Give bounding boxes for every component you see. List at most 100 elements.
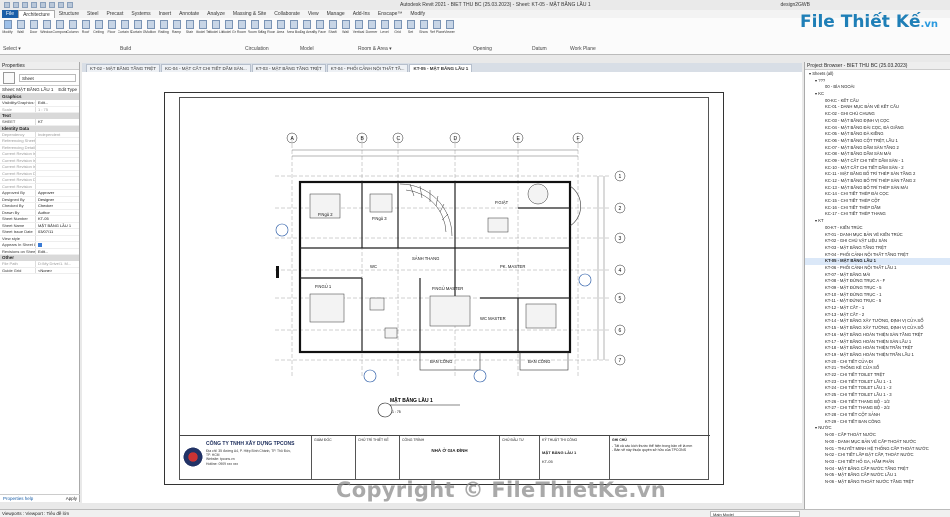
browser-item[interactable]: KT-10 - MẶT ĐỨNG TRỤC - 1	[805, 292, 950, 299]
room-label[interactable]: SẢNH THANG	[412, 256, 439, 261]
view-tab[interactable]: KC-04 - MẶT CẮT CHI TIẾT DẦM SÀN...	[161, 64, 251, 72]
tab-manage[interactable]: Manage	[323, 10, 349, 18]
browser-item[interactable]: ▾ NƯỚC	[805, 425, 950, 432]
browser-item[interactable]: KC-03 - MẶT BẰNG ĐỊNH VỊ CỌC	[805, 118, 950, 125]
tool-stair-button[interactable]: Stair	[184, 20, 195, 42]
drawing-canvas[interactable]: ABCDEF 1234567	[82, 72, 802, 503]
property-value[interactable]: MẶT BẰNG LẦU 1	[36, 223, 79, 229]
tool-column-button[interactable]: Column	[66, 20, 79, 42]
property-value[interactable]: Designer	[36, 197, 79, 203]
text-icon[interactable]	[58, 2, 64, 8]
browser-item[interactable]: KT-08 - MẶT ĐỨNG TRỤC A - F	[805, 278, 950, 285]
browser-item[interactable]: ▾ KT	[805, 218, 950, 225]
edit-type-button[interactable]: Edit Type	[58, 86, 77, 93]
property-value[interactable]	[36, 151, 79, 157]
property-value[interactable]	[36, 171, 79, 177]
browser-item[interactable]: KT-21 - THỐNG KÊ CỬA SỔ	[805, 365, 950, 372]
property-value[interactable]	[36, 236, 79, 242]
tool-tag-room-button[interactable]: Tag Room	[261, 20, 275, 42]
browser-item[interactable]: KC-05 - MẶT BẰNG ĐÀ KIỀNG	[805, 131, 950, 138]
tool-model-text-button[interactable]: Model Text	[196, 20, 210, 42]
browser-item[interactable]: KC-01 - DANH MỤC BẢN VẼ KẾT CẤU	[805, 104, 950, 111]
tool-shaft-button[interactable]: Shaft	[327, 20, 338, 42]
browser-item[interactable]: ▾ KC	[805, 91, 950, 98]
browser-item[interactable]: KC-14 - CHI TIẾT THÉP ĐÀI CỌC	[805, 191, 950, 198]
panel-label[interactable]: Build	[120, 46, 131, 52]
tool-area-boundary-button[interactable]: Area Boundary	[287, 20, 301, 42]
open-icon[interactable]	[4, 2, 10, 8]
tool-model-line-button[interactable]: Model Line	[209, 20, 223, 42]
browser-item[interactable]: KT-13 - MẶT CẮT - 2	[805, 312, 950, 319]
browser-item[interactable]: KT-28 - CHI TIẾT CỘT SẢNH	[805, 412, 950, 419]
tool-mullion-button[interactable]: Mullion	[145, 20, 156, 42]
tab-view[interactable]: View	[304, 10, 323, 18]
tab-insert[interactable]: Insert	[155, 10, 176, 18]
panel-label[interactable]: Circulation	[245, 46, 269, 52]
room-label[interactable]: P.GIẶT	[495, 200, 509, 205]
tool-model-group-button[interactable]: Model Group	[222, 20, 236, 42]
property-value[interactable]: KT-05	[36, 216, 79, 222]
browser-item[interactable]: KC-11 - MẶT BẰNG BỐ TRÍ THÉP SÀN TẦNG 2	[805, 171, 950, 178]
room-label[interactable]: P.Ngủ 3	[372, 216, 387, 221]
view-tab[interactable]: KT-02 - MẶT BẰNG TẦNG TRỆT	[86, 64, 161, 72]
instance-selector[interactable]: Sheet: MẶT BẰNG LẦU 1	[2, 86, 53, 93]
browser-item[interactable]: N-01 - THUYẾT MINH HỆ THỐNG CẤP THOÁT NƯ…	[805, 446, 950, 453]
panel-label[interactable]: Opening	[473, 46, 492, 52]
property-value[interactable]	[36, 164, 79, 170]
browser-item[interactable]: KT-24 - CHI TIẾT TOILET LẦU 1 - 2	[805, 385, 950, 392]
browser-item[interactable]: 00-KC - KẾT CẤU	[805, 98, 950, 105]
tool-vertical-button[interactable]: Vertical	[353, 20, 364, 42]
tool-tag-area-button[interactable]: Tag Area	[300, 20, 313, 42]
property-value[interactable]	[36, 242, 79, 248]
tool-component-button[interactable]: Component	[53, 20, 67, 42]
browser-item[interactable]: KT-03 - MẶT BẰNG TẦNG TRỆT	[805, 245, 950, 252]
browser-item[interactable]: KT-09 - MẶT ĐỨNG TRỤC - 5	[805, 285, 950, 292]
property-value[interactable]: Author	[36, 210, 79, 216]
property-value[interactable]: Edit...	[36, 100, 79, 106]
tool-modify-button[interactable]: Modify	[2, 20, 13, 42]
tool-wall-button[interactable]: Wall	[340, 20, 351, 42]
browser-item[interactable]: KT-04 - PHỐI CẢNH NỘI THẤT TẦNG TRỆT	[805, 252, 950, 259]
browser-item[interactable]: N-02 - CHI TIẾT LẮP ĐẶT CẤP, THOÁT NƯỚC	[805, 452, 950, 459]
room-label[interactable]: WC MASTER	[480, 316, 506, 321]
property-value[interactable]: KT	[36, 119, 79, 125]
tool-roof-button[interactable]: Roof	[80, 20, 91, 42]
tool-dormer-button[interactable]: Dormer	[366, 20, 377, 42]
browser-item[interactable]: KT-19 - MẶT BẰNG HOÀN THIỆN TRẦN LẦU 1	[805, 352, 950, 359]
browser-item[interactable]: KT-20 - CHI TIẾT CỬA ĐI	[805, 359, 950, 366]
tab-file[interactable]: File	[2, 10, 19, 18]
browser-item[interactable]: N-05 - MẶT BẰNG CẤP NƯỚC LẦU 1	[805, 472, 950, 479]
property-value[interactable]: 03/07/11	[36, 229, 79, 235]
browser-item[interactable]: KT-14 - MẶT BẰNG XÂY TƯỜNG, ĐỊNH VỊ CỬA …	[805, 318, 950, 325]
property-value[interactable]: Checker	[36, 203, 79, 209]
property-value[interactable]	[36, 158, 79, 164]
save-icon[interactable]	[13, 2, 19, 8]
browser-item[interactable]: N-04 - MẶT BẰNG CẤP NƯỚC TẦNG TRỆT	[805, 466, 950, 473]
tool-ceiling-button[interactable]: Ceiling	[93, 20, 104, 42]
browser-item[interactable]: KC-16 - CHI TIẾT THÉP DẦM	[805, 205, 950, 212]
property-row[interactable]: Guide Grid <None>	[0, 267, 79, 274]
tab-steel[interactable]: Steel	[83, 10, 102, 18]
panel-label[interactable]: Work Plane	[570, 46, 596, 52]
browser-item[interactable]: ▾ ???	[805, 78, 950, 85]
tool-wall-button[interactable]: Wall	[15, 20, 26, 42]
property-value[interactable]: 1 : 75	[36, 107, 79, 113]
view-tab[interactable]: KT-03 - MẶT BẰNG TẦNG TRỆT	[251, 64, 326, 72]
panel-label[interactable]: Datum	[532, 46, 547, 52]
measure-icon[interactable]	[49, 2, 55, 8]
browser-item[interactable]: KC-10 - MẶT CẮT CHI TIẾT DẦM SÀN - 2	[805, 165, 950, 172]
view-tab[interactable]: KT-05 - MẶT BẰNG LẦU 1	[409, 64, 473, 72]
panel-label[interactable]: Room & Area ▾	[358, 46, 392, 52]
tab-structure[interactable]: Structure	[55, 10, 83, 18]
browser-item[interactable]: ▾ Sheets (all)	[805, 71, 950, 78]
browser-item[interactable]: KT-25 - CHI TIẾT TOILET LẦU 1 - 3	[805, 392, 950, 399]
browser-item[interactable]: KT-06 - PHỐI CẢNH NỘI THẤT LẦU 1	[805, 265, 950, 272]
property-value[interactable]	[36, 138, 79, 144]
property-value[interactable]: <None>	[36, 268, 79, 274]
property-value[interactable]	[36, 184, 79, 190]
tool-level-button[interactable]: Level	[379, 20, 390, 42]
tool-ramp-button[interactable]: Ramp	[171, 20, 182, 42]
tool-grid-button[interactable]: Grid	[392, 20, 403, 42]
browser-item[interactable]: KT-12 - MẶT CẮT - 1	[805, 305, 950, 312]
tool-room-separator-button[interactable]: Room Separator	[248, 20, 262, 42]
